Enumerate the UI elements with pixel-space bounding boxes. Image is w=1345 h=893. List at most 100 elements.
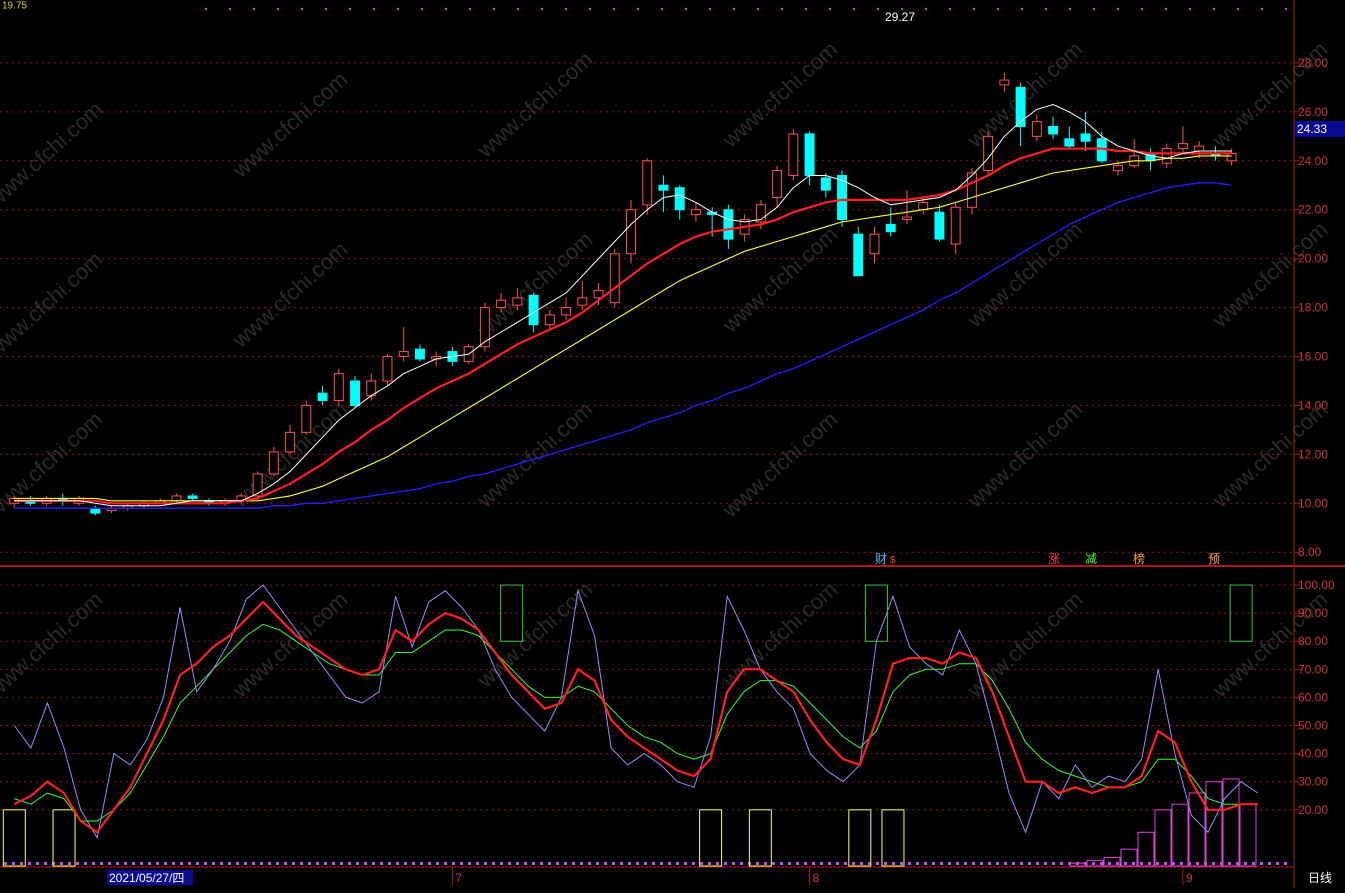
baseline-dot [996, 862, 999, 865]
baseline-dot [20, 862, 23, 865]
marker-list[interactable]: 榜 [1133, 551, 1145, 566]
baseline-dot [612, 862, 615, 865]
baseline-dot [860, 862, 863, 865]
baseline-dot [156, 862, 159, 865]
baseline-dot [1148, 862, 1151, 865]
period-label[interactable]: 日线 [1308, 871, 1332, 885]
baseline-dot [516, 862, 519, 865]
baseline-dot [948, 862, 951, 865]
baseline-dot [340, 862, 343, 865]
price-tick-label: 12.00 [1298, 447, 1328, 461]
candle-up [869, 233, 880, 255]
candle-up [772, 170, 783, 198]
baseline-dot [556, 862, 559, 865]
kdj-tick-label: 90.00 [1298, 606, 1328, 620]
baseline-dot [460, 862, 463, 865]
baseline-dot [1004, 862, 1007, 865]
baseline-dot [844, 862, 847, 865]
candle-up [690, 209, 701, 216]
signal-dot [565, 8, 567, 10]
candle-up [544, 314, 555, 326]
candle-up [918, 201, 929, 211]
marker-forecast[interactable]: 预 [1208, 552, 1220, 566]
baseline-dot [532, 862, 535, 865]
baseline-dot [572, 862, 575, 865]
baseline-dot [1052, 862, 1055, 865]
signal-dot [1237, 8, 1239, 10]
candle-up [301, 404, 312, 433]
baseline-dot [1276, 862, 1279, 865]
signal-dot [709, 8, 711, 10]
signal-dot [1021, 8, 1023, 10]
baseline-dot [588, 862, 591, 865]
candle-down [528, 294, 539, 326]
baseline-dot [660, 862, 663, 865]
baseline-dot [764, 862, 767, 865]
candle-up [1161, 148, 1172, 164]
marker-rise[interactable]: 涨 [1048, 551, 1060, 566]
price-tick-label: 10.00 [1298, 496, 1328, 510]
marker-dollar[interactable]: $ [890, 555, 896, 566]
signal-dot [613, 8, 615, 10]
price-tick-label: 8.00 [1298, 545, 1322, 559]
candle-down [723, 209, 734, 240]
signal-dot [325, 8, 327, 10]
price-tick-label: 14.00 [1298, 398, 1328, 412]
baseline-dot [172, 862, 175, 865]
price-tick-label: 22.00 [1298, 203, 1328, 217]
header-legend-text: 19.75 [2, 0, 27, 11]
price-tick-label: 18.00 [1298, 301, 1328, 315]
baseline-dot [308, 862, 311, 865]
baseline-dot [356, 862, 359, 865]
signal-dot [997, 8, 999, 10]
signal-dot [1189, 8, 1191, 10]
chart-canvas[interactable]: www.cfchi.com www.cfchi.com www.cfchi.com w… [0, 0, 1345, 888]
baseline-dot [252, 862, 255, 865]
baseline-dot [372, 862, 375, 865]
baseline-dot [988, 862, 991, 865]
baseline-dot [1012, 862, 1015, 865]
baseline-dot [972, 862, 975, 865]
candle-up [577, 297, 588, 306]
candle-down [674, 187, 685, 211]
month-tick-label: 7 [455, 871, 462, 885]
month-tick-label: 8 [813, 871, 820, 885]
candle-up [642, 160, 653, 206]
baseline-dot [796, 862, 799, 865]
baseline-dot [204, 862, 207, 865]
baseline-dot [268, 862, 271, 865]
baseline-dot [828, 862, 831, 865]
baseline-dot [276, 862, 279, 865]
baseline-dot [436, 862, 439, 865]
candle-down [934, 211, 945, 240]
baseline-dot [724, 862, 727, 865]
baseline-dot [580, 862, 583, 865]
baseline-dot [396, 862, 399, 865]
signal-dot [661, 8, 663, 10]
baseline-dot [100, 862, 103, 865]
kdj-tick-label: 30.00 [1298, 775, 1328, 789]
baseline-dot [196, 862, 199, 865]
candle-up [609, 253, 620, 304]
signal-dot [1141, 8, 1143, 10]
marker-reduce[interactable]: 减 [1085, 552, 1097, 566]
baseline-dot [132, 862, 135, 865]
baseline-dot [348, 862, 351, 865]
baseline-dot [412, 862, 415, 865]
signal-dot [733, 8, 735, 10]
baseline-dot [300, 862, 303, 865]
baseline-dot [420, 862, 423, 865]
baseline-dot [1124, 862, 1127, 865]
marker-finance[interactable]: 财 [875, 552, 887, 566]
cursor-date-label: 2021/05/27/四 [109, 871, 184, 885]
baseline-dot [1108, 862, 1111, 865]
baseline-dot [716, 862, 719, 865]
baseline-dot [1252, 862, 1255, 865]
candle-down [1048, 126, 1059, 135]
signal-dot [757, 8, 759, 10]
signal-dot [229, 8, 231, 10]
kdj-tick-label: 40.00 [1298, 747, 1328, 761]
signal-dot [421, 8, 423, 10]
price-tick-label: 24.00 [1298, 154, 1328, 168]
baseline-dot [236, 862, 239, 865]
